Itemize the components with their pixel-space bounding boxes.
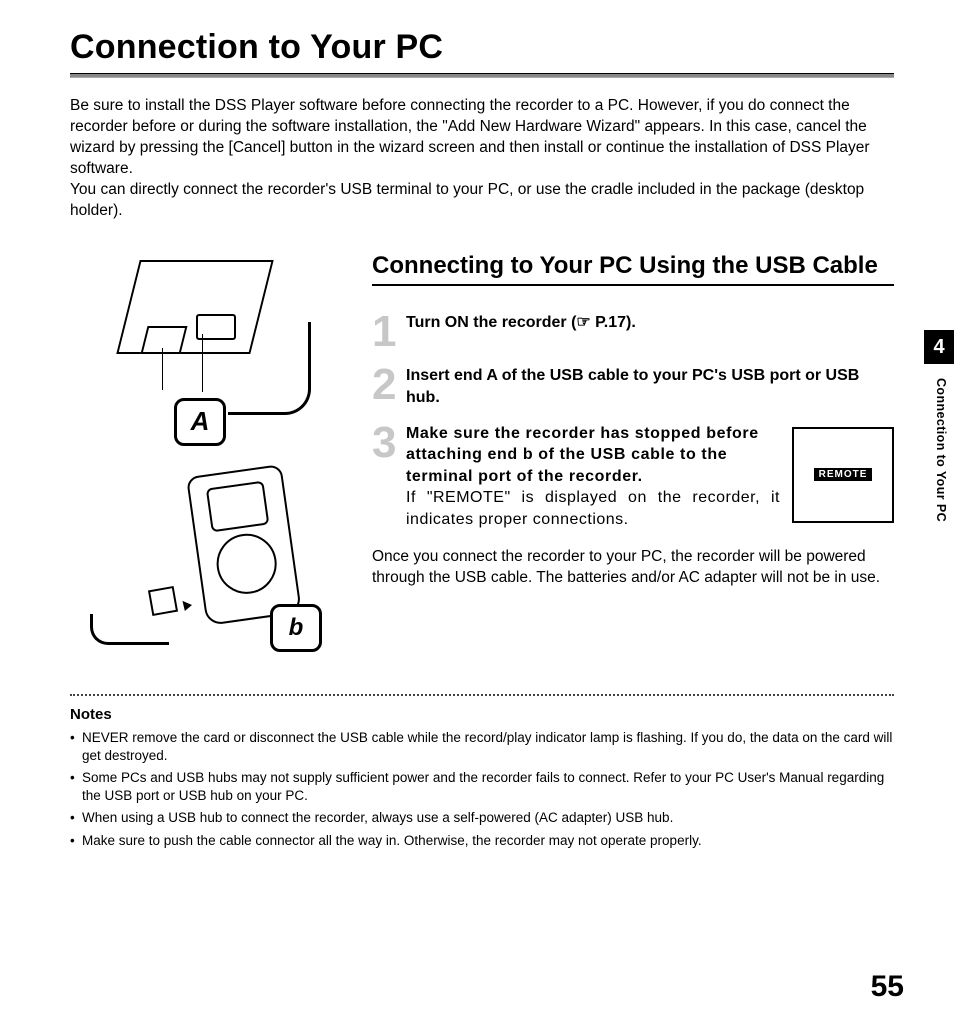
- chapter-tab: 4: [924, 330, 954, 364]
- remote-display-figure: REMOTE: [792, 427, 894, 523]
- callout-badge-b: b: [270, 604, 322, 652]
- step-tail: If "REMOTE" is displayed on the recorder…: [406, 487, 780, 530]
- figure-usb-to-pc: A: [110, 252, 310, 442]
- note-item: When using a USB hub to connect the reco…: [70, 809, 894, 827]
- notes-heading: Notes: [70, 706, 894, 723]
- callout-badge-a: A: [174, 398, 226, 446]
- page-title: Connection to Your PC: [70, 28, 894, 67]
- dotted-divider: [70, 694, 894, 696]
- step-number: 3: [372, 423, 394, 531]
- note-item: NEVER remove the card or disconnect the …: [70, 729, 894, 765]
- side-chapter-label: Connection to Your PC: [934, 378, 948, 522]
- remote-label: REMOTE: [814, 468, 873, 481]
- step-2: 2 Insert end A of the USB cable to your …: [372, 365, 894, 408]
- intro-text: Be sure to install the DSS Player softwa…: [70, 96, 894, 222]
- arrow-icon: ▲: [174, 593, 198, 617]
- step-3: 3 Make sure the recorder has stopped bef…: [372, 423, 780, 531]
- figure-usb-to-recorder: ▲ b: [80, 464, 340, 654]
- note-item: Make sure to push the cable connector al…: [70, 832, 894, 850]
- subtitle-rule: [372, 284, 894, 286]
- note-item: Some PCs and USB hubs may not supply suf…: [70, 769, 894, 805]
- step-number: 1: [372, 312, 394, 352]
- step-1: 1 Turn ON the recorder (☞ P.17).: [372, 312, 894, 352]
- section-subtitle: Connecting to Your PC Using the USB Cabl…: [372, 252, 894, 280]
- title-rule: [70, 73, 894, 78]
- power-note: Once you connect the recorder to your PC…: [372, 547, 894, 589]
- page-number: 55: [871, 970, 904, 1004]
- step-text: Make sure the recorder has stopped befor…: [406, 425, 759, 485]
- notes-list: NEVER remove the card or disconnect the …: [70, 729, 894, 850]
- step-number: 2: [372, 365, 394, 408]
- step-text: Insert end A of the USB cable to your PC…: [406, 367, 859, 406]
- step-text: Turn ON the recorder (☞ P.17).: [406, 314, 636, 331]
